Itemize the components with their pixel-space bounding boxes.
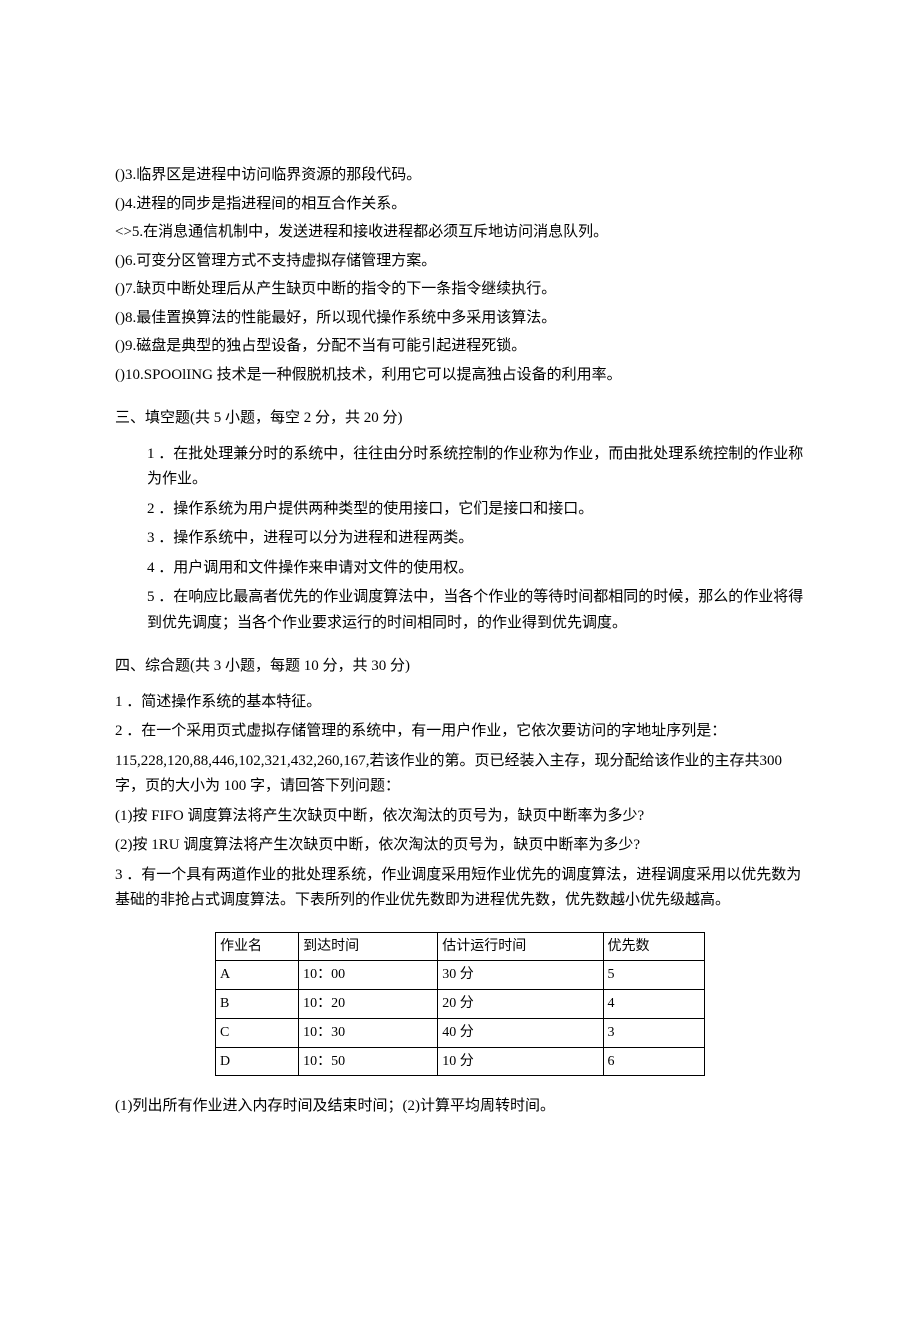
cell-pri: 6	[603, 1047, 704, 1076]
comp-q3-intro: 3 ．有一个具有两道作业的批处理系统，作业调度采用短作业优先的调度算法，进程调度…	[115, 863, 805, 914]
tf-item: ()4.进程的同步是指进程间的相互合作关系。	[115, 192, 805, 218]
tf-item: ()9.磁盘是典型的独占型设备，分配不当有可能引起进程死锁。	[115, 334, 805, 360]
comp-q2-sub1: (1)按 FIFO 调度算法将产生次缺页中断，依次淘汰的页号为，缺页中断率为多少…	[115, 804, 805, 830]
comprehensive-list: 1 ．简述操作系统的基本特征。 2 ．在一个采用页式虚拟存储管理的系统中，有一用…	[115, 690, 805, 914]
header-est-runtime: 估计运行时间	[438, 932, 603, 961]
section-heading-fill: 三、填空题(共 5 小题，每空 2 分，共 20 分)	[115, 406, 805, 432]
header-arrive-time: 到达时间	[299, 932, 438, 961]
fill-item: 2 ．操作系统为用户提供两种类型的使用接口，它们是接口和接口。	[147, 497, 805, 523]
cell-pri: 3	[603, 1018, 704, 1047]
cell-job-name: A	[216, 961, 299, 990]
tf-item: ()10.SPOOlING 技术是一种假脱机技术，利用它可以提高独占设备的利用率…	[115, 363, 805, 389]
cell-job-name: C	[216, 1018, 299, 1047]
job-table: 作业名 到达时间 估计运行时间 优先数 A 10：00 30 分 5 B 10：…	[215, 932, 705, 1077]
true-false-list: ()3.临界区是进程中访问临界资源的那段代码。 ()4.进程的同步是指进程间的相…	[115, 163, 805, 388]
tf-item: <>5.在消息通信机制中，发送进程和接收进程都必须互斥地访问消息队列。	[115, 220, 805, 246]
table-row: A 10：00 30 分 5	[216, 961, 705, 990]
cell-est: 30 分	[438, 961, 603, 990]
cell-est: 10 分	[438, 1047, 603, 1076]
cell-arrive: 10：30	[299, 1018, 438, 1047]
header-priority: 优先数	[603, 932, 704, 961]
table-row: C 10：30 40 分 3	[216, 1018, 705, 1047]
comp-q1: 1 ．简述操作系统的基本特征。	[115, 690, 805, 716]
cell-pri: 4	[603, 990, 704, 1019]
cell-pri: 5	[603, 961, 704, 990]
fill-in-list: 1 ．在批处理兼分时的系统中，往往由分时系统控制的作业称为作业，而由批处理系统控…	[115, 442, 805, 637]
table-row: B 10：20 20 分 4	[216, 990, 705, 1019]
comp-q2-sub2: (2)按 1RU 调度算法将产生次缺页中断，依次淘汰的页号为，缺页中断率为多少?	[115, 833, 805, 859]
cell-est: 40 分	[438, 1018, 603, 1047]
table-header-row: 作业名 到达时间 估计运行时间 优先数	[216, 932, 705, 961]
tf-item: ()8.最佳置换算法的性能最好，所以现代操作系统中多采用该算法。	[115, 306, 805, 332]
cell-arrive: 10：20	[299, 990, 438, 1019]
comp-q3-subquestions: (1)列出所有作业进入内存时间及结束时间；(2)计算平均周转时间。	[115, 1094, 805, 1120]
fill-item: 1 ．在批处理兼分时的系统中，往往由分时系统控制的作业称为作业，而由批处理系统控…	[147, 442, 805, 493]
table-row: D 10：50 10 分 6	[216, 1047, 705, 1076]
cell-arrive: 10：50	[299, 1047, 438, 1076]
fill-item: 3 ．操作系统中，进程可以分为进程和进程两类。	[147, 526, 805, 552]
cell-job-name: D	[216, 1047, 299, 1076]
document-page: ()3.临界区是进程中访问临界资源的那段代码。 ()4.进程的同步是指进程间的相…	[0, 0, 920, 1335]
tf-item: ()3.临界区是进程中访问临界资源的那段代码。	[115, 163, 805, 189]
cell-arrive: 10：00	[299, 961, 438, 990]
tf-item: ()7.缺页中断处理后从产生缺页中断的指令的下一条指令继续执行。	[115, 277, 805, 303]
fill-item: 4 ．用户调用和文件操作来申请对文件的使用权。	[147, 556, 805, 582]
cell-job-name: B	[216, 990, 299, 1019]
comp-q2-intro: 2 ．在一个采用页式虚拟存储管理的系统中，有一用户作业，它依次要访问的字地址序列…	[115, 719, 805, 745]
cell-est: 20 分	[438, 990, 603, 1019]
section-heading-comprehensive: 四、综合题(共 3 小题，每题 10 分，共 30 分)	[115, 654, 805, 680]
header-job-name: 作业名	[216, 932, 299, 961]
comp-q2-detail: 115,228,120,88,446,102,321,432,260,167,若…	[115, 749, 805, 800]
tf-item: ()6.可变分区管理方式不支持虚拟存储管理方案。	[115, 249, 805, 275]
fill-item: 5 ．在响应比最高者优先的作业调度算法中，当各个作业的等待时间都相同的时候，那么…	[147, 585, 805, 636]
